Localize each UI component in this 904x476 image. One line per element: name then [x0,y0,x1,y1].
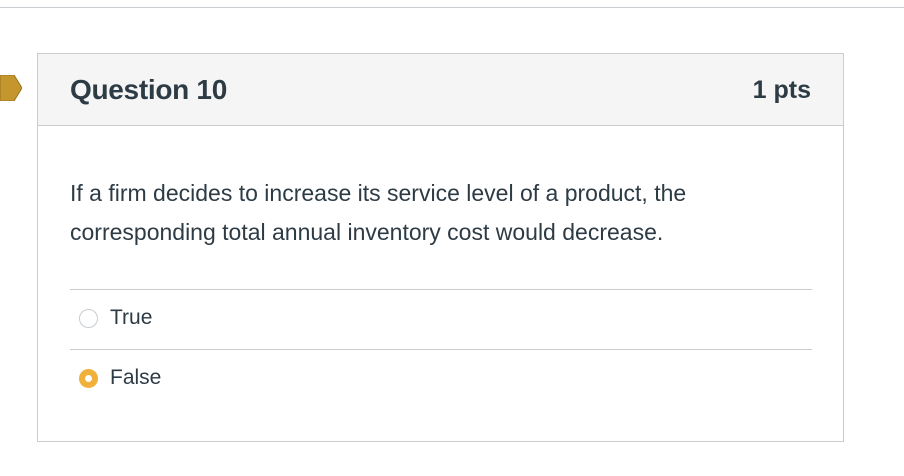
answer-label: False [110,366,162,389]
question-points: 1 pts [752,76,811,104]
question-card: Question 10 1 pts If a firm decides to i… [37,53,844,442]
question-title: Question 10 [70,74,227,105]
radio-unselected-icon[interactable] [79,309,98,328]
flag-question-icon[interactable] [0,75,22,101]
top-divider [0,7,904,8]
radio-selected-icon[interactable] [79,369,98,388]
question-header: Question 10 1 pts [38,54,843,126]
question-text: If a firm decides to increase its servic… [70,180,687,245]
quiz-page: Question 10 1 pts If a firm decides to i… [0,0,904,476]
answer-label: True [110,306,153,329]
answer-option-true[interactable]: True [70,289,812,349]
answer-option-false[interactable]: False [70,349,812,409]
answer-list: True False [70,289,812,409]
